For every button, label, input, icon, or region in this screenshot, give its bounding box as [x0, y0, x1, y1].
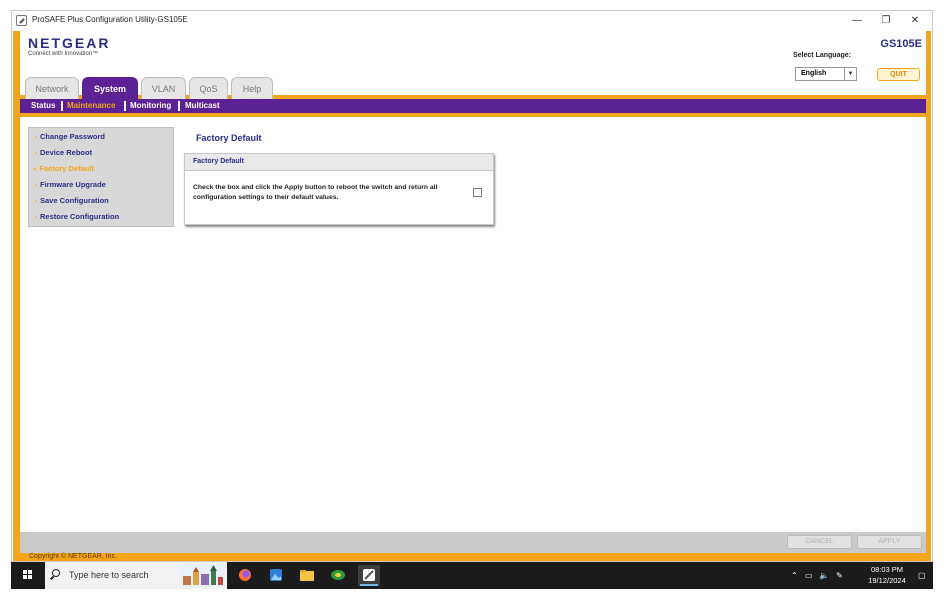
- language-value: English: [801, 70, 827, 77]
- search-highlight-icon: [179, 564, 225, 587]
- network-icon[interactable]: ▭: [805, 571, 813, 580]
- arrow-bullet-icon: ›: [35, 135, 37, 141]
- page-title: Factory Default: [196, 133, 262, 143]
- start-button[interactable]: [11, 562, 45, 589]
- system-tray: ⌃ ▭ 🔈 ✎ 08:03 PM 19/12/2024 ▢: [773, 562, 933, 589]
- quit-button[interactable]: QUIT: [877, 68, 920, 81]
- sub-navigation: Status Maintenance Monitoring Multicast: [20, 99, 926, 113]
- tab-network[interactable]: Network: [25, 77, 79, 99]
- subnav-divider: [178, 101, 180, 111]
- maximize-button[interactable]: ❐: [872, 12, 900, 29]
- search-icon: [52, 569, 60, 577]
- windows-icon: [23, 570, 33, 580]
- arrow-bullet-icon: ›: [35, 199, 37, 205]
- copyright-text: Copyright © NETGEAR, Inc.: [29, 553, 118, 560]
- arrow-bullet-icon: »: [33, 167, 37, 173]
- clock-date[interactable]: 19/12/2024: [863, 576, 911, 585]
- close-button[interactable]: ✕: [901, 12, 929, 29]
- panel-header: Factory Default: [185, 154, 493, 171]
- notifications-icon[interactable]: ▢: [918, 571, 926, 580]
- tab-system[interactable]: System: [82, 77, 138, 99]
- arrow-bullet-icon: ›: [35, 215, 37, 221]
- language-select[interactable]: English ▼: [795, 67, 857, 81]
- firefox-icon[interactable]: [234, 565, 256, 586]
- app-frame: NETGEAR Connect with Innovation™ GS105E …: [13, 31, 931, 561]
- subnav-divider: [61, 101, 63, 111]
- subnav-multicast[interactable]: Multicast: [185, 101, 220, 110]
- menu-item-factory-default[interactable]: » Factory Default: [33, 164, 94, 173]
- show-hidden-icons-icon[interactable]: ⌃: [791, 571, 798, 580]
- prosafe-utility-icon[interactable]: [358, 565, 380, 586]
- network-tool-icon[interactable]: [327, 565, 349, 586]
- taskbar-search[interactable]: Type here to search: [45, 562, 227, 589]
- photos-icon[interactable]: [265, 565, 287, 586]
- window-title: ProSAFE Plus Configuration Utility-GS105…: [32, 15, 188, 24]
- menu-item-device-reboot[interactable]: › Device Reboot: [35, 148, 92, 157]
- subnav-divider: [124, 101, 126, 111]
- active-app-indicator: [360, 584, 378, 586]
- panel-description: Check the box and click the Apply button…: [193, 184, 438, 201]
- taskbar: Type here to search ⌃ ▭ 🔈 ✎ 08:03 PM 19/…: [11, 562, 933, 589]
- side-menu: › Change Password › Device Reboot » Factory…: [28, 127, 174, 227]
- menu-item-save-configuration[interactable]: › Save Configuration: [35, 196, 109, 205]
- menu-item-change-password[interactable]: › Change Password: [35, 132, 105, 141]
- factory-default-panel: Factory Default Check the box and click …: [184, 153, 494, 225]
- device-model: GS105E: [880, 38, 922, 50]
- volume-icon[interactable]: 🔈: [819, 571, 829, 580]
- minimize-button[interactable]: —: [843, 12, 871, 29]
- app-window: ProSAFE Plus Configuration Utility-GS105…: [11, 10, 933, 562]
- tab-help[interactable]: Help: [231, 77, 273, 99]
- subnav-status[interactable]: Status: [31, 101, 55, 110]
- file-explorer-icon[interactable]: [296, 565, 318, 586]
- panel-title: Factory Default: [193, 158, 244, 165]
- arrow-bullet-icon: ›: [35, 151, 37, 157]
- language-label: Select Language:: [793, 52, 851, 59]
- header: NETGEAR Connect with Innovation™ GS105E …: [20, 31, 926, 99]
- search-placeholder: Type here to search: [69, 570, 149, 580]
- factory-reset-checkbox[interactable]: [473, 188, 482, 197]
- action-bar: CANCEL APPLY: [20, 532, 926, 553]
- menu-item-firmware-upgrade[interactable]: › Firmware Upgrade: [35, 180, 106, 189]
- app-icon: [16, 15, 27, 26]
- pen-icon[interactable]: ✎: [836, 571, 843, 580]
- cancel-button[interactable]: CANCEL: [787, 535, 852, 549]
- title-bar: ProSAFE Plus Configuration Utility-GS105…: [12, 11, 932, 31]
- tab-qos[interactable]: QoS: [189, 77, 228, 99]
- chevron-down-icon[interactable]: ▼: [844, 68, 856, 80]
- apply-button[interactable]: APPLY: [857, 535, 922, 549]
- subnav-monitoring[interactable]: Monitoring: [130, 101, 171, 110]
- logo-tagline: Connect with Innovation™: [28, 51, 99, 57]
- clock-time[interactable]: 08:03 PM: [863, 565, 911, 574]
- menu-item-restore-configuration[interactable]: › Restore Configuration: [35, 212, 119, 221]
- tab-vlan[interactable]: VLAN: [141, 77, 186, 99]
- content-area: › Change Password › Device Reboot » Factory…: [20, 117, 926, 532]
- arrow-bullet-icon: ›: [35, 183, 37, 189]
- netgear-logo: NETGEAR: [28, 35, 111, 51]
- subnav-maintenance[interactable]: Maintenance: [67, 101, 115, 110]
